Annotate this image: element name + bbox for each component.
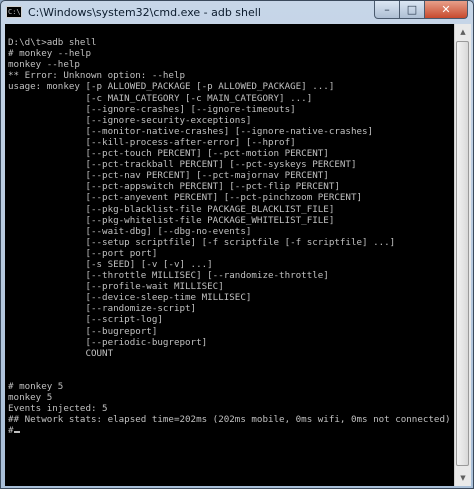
console-line: [--pkg-blacklist-file PACKAGE_BLACKLIST_…: [8, 203, 335, 215]
console-line: [--pkg-whitelist-file PACKAGE_WHITELIST_…: [8, 214, 335, 226]
console-line: usage: monkey [-p ALLOWED_PACKAGE [-p AL…: [8, 81, 335, 93]
console-line: [-c MAIN_CATEGORY [-c MAIN_CATEGORY] ...…: [8, 92, 313, 104]
console-line: [--pct-appswitch PERCENT] [--pct-flip PE…: [8, 181, 340, 193]
console-line: # monkey --help: [8, 48, 91, 60]
console-line: [--ignore-crashes] [--ignore-timeouts]: [8, 103, 296, 115]
console-line: ## Network stats: elapsed time=202ms (20…: [8, 414, 451, 426]
console-line: [--wait-dbg] [--dbg-no-events]: [8, 225, 252, 237]
scroll-down-button[interactable]: ▼: [455, 470, 471, 486]
scroll-thumb[interactable]: [456, 41, 469, 466]
close-button[interactable]: ✕: [425, 1, 468, 19]
cmd-window: C:\ C:\Windows\system32\cmd.exe - adb sh…: [0, 0, 474, 489]
vertical-scrollbar[interactable]: ▲ ▼: [454, 24, 471, 486]
text-cursor: [13, 431, 20, 434]
console-line: #: [8, 425, 454, 436]
console-line: [--monitor-native-crashes] [--ignore-nat…: [8, 125, 374, 137]
title-bar[interactable]: C:\ C:\Windows\system32\cmd.exe - adb sh…: [1, 1, 473, 23]
minimize-icon: –: [384, 3, 390, 16]
console-text: D:\d\t>adb shell # monkey --help monkey --…: [5, 24, 454, 436]
console-line: COUNT: [8, 347, 114, 359]
console-line: monkey 5: [8, 392, 53, 404]
console-line: [--randomize-script]: [8, 303, 197, 315]
console-line: D:\d\t>adb shell: [8, 37, 97, 49]
minimize-button[interactable]: –: [374, 1, 400, 19]
maximize-icon: □: [406, 3, 418, 16]
chevron-up-icon: ▲: [460, 28, 466, 36]
console-line: [--ignore-security-exceptions]: [8, 114, 252, 126]
console-line: [--setup scriptfile] [-f scriptfile [-f …: [8, 236, 396, 248]
console-line: [--device-sleep-time MILLISEC]: [8, 292, 252, 304]
console-line: [--bugreport]: [8, 325, 158, 337]
console-line: [--pct-trackball PERCENT] [--pct-syskeys…: [8, 159, 357, 171]
scroll-up-button[interactable]: ▲: [455, 24, 471, 40]
console-line: [-s SEED] [-v [-v] ...]: [8, 258, 213, 270]
window-controls: – □ ✕: [374, 1, 468, 19]
maximize-button[interactable]: □: [400, 1, 425, 19]
console-line: [--profile-wait MILLISEC]: [8, 281, 224, 293]
close-icon: ✕: [441, 3, 451, 16]
console-line: [--throttle MILLISEC] [--randomize-throt…: [8, 270, 329, 282]
console-line: monkey --help: [8, 59, 80, 71]
console-output[interactable]: D:\d\t>adb shell # monkey --help monkey --…: [5, 24, 454, 486]
console-line: ** Error: Unknown option: --help: [8, 70, 186, 82]
console-line: [--pct-nav PERCENT] [--pct-majornav PERC…: [8, 170, 329, 182]
console-line: [--port port]: [8, 247, 158, 259]
console-line: [--kill-process-after-error] [--hprof]: [8, 136, 296, 148]
console-line: [--periodic-bugreport]: [8, 336, 208, 348]
console-line: [--script-log]: [8, 314, 163, 326]
console-line: # monkey 5: [8, 381, 64, 392]
cmd-app-icon[interactable]: C:\: [6, 6, 22, 18]
console-line: [--pct-touch PERCENT] [--pct-motion PERC…: [8, 148, 329, 160]
console-line: [--pct-anyevent PERCENT] [--pct-pinchzoo…: [8, 192, 363, 204]
chevron-down-icon: ▼: [460, 474, 466, 482]
console-line: Events injected: 5: [8, 403, 108, 415]
